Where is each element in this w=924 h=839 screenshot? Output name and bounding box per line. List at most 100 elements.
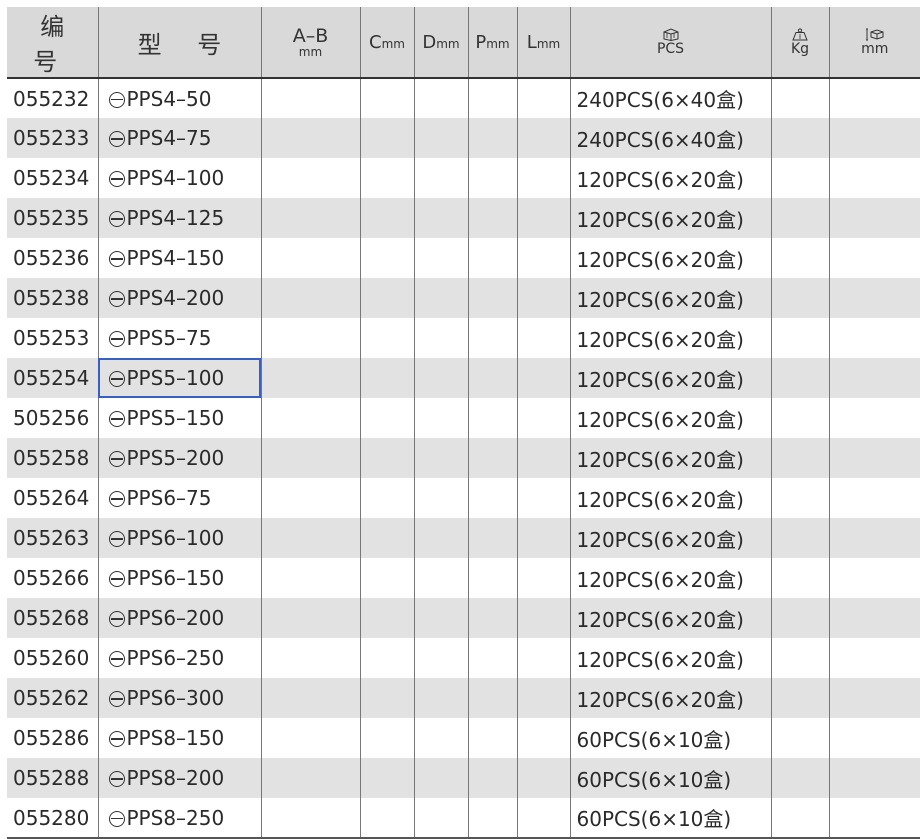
c-cell[interactable] bbox=[360, 278, 415, 318]
pcs-cell[interactable]: 60PCS(6×10盒) bbox=[570, 798, 772, 838]
p-cell[interactable] bbox=[468, 198, 518, 238]
model-cell[interactable]: PPS4–150 bbox=[98, 238, 262, 278]
kg-cell[interactable] bbox=[771, 638, 830, 678]
size-cell[interactable] bbox=[829, 598, 920, 638]
ab-cell[interactable] bbox=[261, 598, 361, 638]
model-cell[interactable]: PPS6–100 bbox=[98, 518, 262, 558]
c-cell[interactable] bbox=[360, 598, 415, 638]
c-cell[interactable] bbox=[360, 558, 415, 598]
model-cell[interactable]: PPS4–125 bbox=[98, 198, 262, 238]
p-cell[interactable] bbox=[468, 598, 518, 638]
kg-cell[interactable] bbox=[771, 758, 830, 798]
code-cell[interactable]: 055254 bbox=[7, 358, 99, 398]
ab-cell[interactable] bbox=[261, 118, 361, 158]
ab-cell[interactable] bbox=[261, 798, 361, 838]
l-cell[interactable] bbox=[517, 518, 571, 558]
pcs-cell[interactable]: 120PCS(6×20盒) bbox=[570, 398, 772, 438]
p-cell[interactable] bbox=[468, 718, 518, 758]
model-cell[interactable]: PPS6–75 bbox=[98, 478, 262, 518]
code-cell[interactable]: 055280 bbox=[7, 798, 99, 838]
p-cell[interactable] bbox=[468, 78, 518, 118]
model-cell[interactable]: PPS5–150 bbox=[98, 398, 262, 438]
c-cell[interactable] bbox=[360, 78, 415, 118]
table-row[interactable]: 055253 PPS5–75 120PCS(6×20盒) bbox=[7, 318, 920, 358]
size-cell[interactable] bbox=[829, 78, 920, 118]
l-cell[interactable] bbox=[517, 798, 571, 838]
kg-cell[interactable] bbox=[771, 558, 830, 598]
pcs-cell[interactable]: 120PCS(6×20盒) bbox=[570, 558, 772, 598]
d-cell[interactable] bbox=[414, 238, 469, 278]
l-cell[interactable] bbox=[517, 358, 571, 398]
p-cell[interactable] bbox=[468, 558, 518, 598]
d-cell[interactable] bbox=[414, 518, 469, 558]
model-cell[interactable]: PPS6–150 bbox=[98, 558, 262, 598]
code-cell[interactable]: 055288 bbox=[7, 758, 99, 798]
model-cell[interactable]: PPS5–75 bbox=[98, 318, 262, 358]
kg-cell[interactable] bbox=[771, 318, 830, 358]
table-row[interactable]: 055286 PPS8–150 60PCS(6×10盒) bbox=[7, 718, 920, 758]
code-cell[interactable]: 055264 bbox=[7, 478, 99, 518]
l-cell[interactable] bbox=[517, 398, 571, 438]
d-cell[interactable] bbox=[414, 318, 469, 358]
ab-cell[interactable] bbox=[261, 558, 361, 598]
size-cell[interactable] bbox=[829, 558, 920, 598]
d-cell[interactable] bbox=[414, 358, 469, 398]
c-cell[interactable] bbox=[360, 798, 415, 838]
l-cell[interactable] bbox=[517, 158, 571, 198]
ab-cell[interactable] bbox=[261, 238, 361, 278]
kg-cell[interactable] bbox=[771, 278, 830, 318]
table-row[interactable]: 505256 PPS5–150 120PCS(6×20盒) bbox=[7, 398, 920, 438]
p-cell[interactable] bbox=[468, 518, 518, 558]
p-cell[interactable] bbox=[468, 118, 518, 158]
code-cell[interactable]: 055236 bbox=[7, 238, 99, 278]
model-cell[interactable]: PPS8–150 bbox=[98, 718, 262, 758]
d-cell[interactable] bbox=[414, 598, 469, 638]
l-cell[interactable] bbox=[517, 438, 571, 478]
size-cell[interactable] bbox=[829, 278, 920, 318]
model-cell[interactable]: PPS5–100 bbox=[98, 358, 262, 398]
l-cell[interactable] bbox=[517, 718, 571, 758]
table-row[interactable]: 055260 PPS6–250 120PCS(6×20盒) bbox=[7, 638, 920, 678]
pcs-cell[interactable]: 120PCS(6×20盒) bbox=[570, 358, 772, 398]
code-cell[interactable]: 055238 bbox=[7, 278, 99, 318]
kg-cell[interactable] bbox=[771, 518, 830, 558]
ab-cell[interactable] bbox=[261, 718, 361, 758]
kg-cell[interactable] bbox=[771, 598, 830, 638]
table-row[interactable]: 055254 PPS5–100 120PCS(6×20盒) bbox=[7, 358, 920, 398]
model-cell[interactable]: PPS6–250 bbox=[98, 638, 262, 678]
ab-cell[interactable] bbox=[261, 318, 361, 358]
code-cell[interactable]: 055233 bbox=[7, 118, 99, 158]
l-cell[interactable] bbox=[517, 678, 571, 718]
l-cell[interactable] bbox=[517, 598, 571, 638]
ab-cell[interactable] bbox=[261, 478, 361, 518]
c-cell[interactable] bbox=[360, 398, 415, 438]
c-cell[interactable] bbox=[360, 478, 415, 518]
size-cell[interactable] bbox=[829, 398, 920, 438]
model-cell[interactable]: PPS4–100 bbox=[98, 158, 262, 198]
c-cell[interactable] bbox=[360, 678, 415, 718]
table-row[interactable]: 055232 PPS4–50 240PCS(6×40盒) bbox=[7, 78, 920, 118]
table-row[interactable]: 055238 PPS4–200 120PCS(6×20盒) bbox=[7, 278, 920, 318]
d-cell[interactable] bbox=[414, 758, 469, 798]
pcs-cell[interactable]: 120PCS(6×20盒) bbox=[570, 518, 772, 558]
kg-cell[interactable] bbox=[771, 678, 830, 718]
p-cell[interactable] bbox=[468, 478, 518, 518]
d-cell[interactable] bbox=[414, 798, 469, 838]
size-cell[interactable] bbox=[829, 638, 920, 678]
pcs-cell[interactable]: 120PCS(6×20盒) bbox=[570, 158, 772, 198]
d-cell[interactable] bbox=[414, 78, 469, 118]
kg-cell[interactable] bbox=[771, 238, 830, 278]
d-cell[interactable] bbox=[414, 478, 469, 518]
kg-cell[interactable] bbox=[771, 718, 830, 758]
l-cell[interactable] bbox=[517, 478, 571, 518]
table-row[interactable]: 055234 PPS4–100 120PCS(6×20盒) bbox=[7, 158, 920, 198]
p-cell[interactable] bbox=[468, 158, 518, 198]
code-cell[interactable]: 505256 bbox=[7, 398, 99, 438]
pcs-cell[interactable]: 120PCS(6×20盒) bbox=[570, 638, 772, 678]
size-cell[interactable] bbox=[829, 758, 920, 798]
c-cell[interactable] bbox=[360, 198, 415, 238]
c-cell[interactable] bbox=[360, 438, 415, 478]
code-cell[interactable]: 055286 bbox=[7, 718, 99, 758]
table-row[interactable]: 055264 PPS6–75 120PCS(6×20盒) bbox=[7, 478, 920, 518]
size-cell[interactable] bbox=[829, 198, 920, 238]
